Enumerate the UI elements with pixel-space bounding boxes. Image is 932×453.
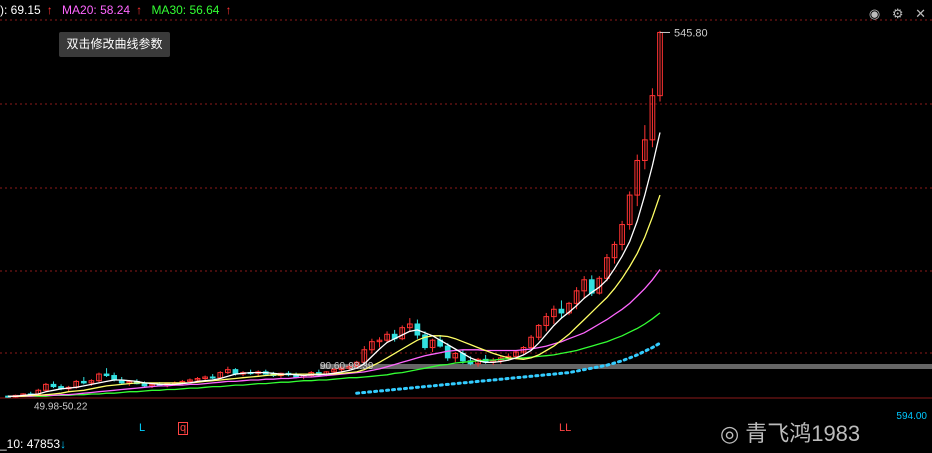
ma20-value: MA20: 58.24 bbox=[62, 3, 131, 17]
ma20-line bbox=[8, 269, 661, 397]
candle-body-13 bbox=[103, 373, 110, 377]
ma30-value: MA30: 56.64 bbox=[151, 3, 220, 17]
watermark-text: 青飞鸿1983 bbox=[745, 421, 861, 446]
candlestick-chart: 545.80 90.60-98.39 49.98-50.22 bbox=[0, 19, 932, 413]
ma30-up-arrow: ↑ bbox=[225, 3, 232, 17]
horizontal-band bbox=[320, 364, 932, 369]
range-label-low: 49.98-50.22 bbox=[34, 402, 88, 413]
ma-legend: ): 69.15 ↑ MA20: 58.24 ↑ MA30: 56.64 ↑ bbox=[0, 3, 237, 21]
gear-icon[interactable]: ⚙ bbox=[892, 6, 904, 21]
candle-body-18 bbox=[141, 383, 148, 387]
watermark: ◎ 青飞鸿1983 bbox=[720, 416, 860, 448]
volume-down-arrow: ↓ bbox=[60, 437, 67, 451]
close-icon[interactable]: ✕ bbox=[915, 6, 926, 21]
volume-readout: _10: 47853↓ bbox=[0, 437, 66, 451]
range-label-mid: 90.60-98.39 bbox=[320, 361, 374, 372]
ma10-up-arrow: ↑ bbox=[46, 3, 53, 17]
signal-marker-l: L bbox=[139, 422, 146, 434]
ma5-line bbox=[8, 132, 661, 397]
right-volume-value: 594.00 bbox=[896, 411, 927, 422]
toolbar-icons: ◉ ⚙ ✕ bbox=[861, 6, 926, 22]
signal-marker-q: q bbox=[178, 422, 189, 435]
edit-params-tooltip: 双击修改曲线参数 bbox=[59, 32, 170, 57]
eye-icon[interactable]: ◉ bbox=[869, 6, 880, 21]
peak-price-label: 545.80 bbox=[674, 27, 708, 39]
volume-value: _10: 47853 bbox=[0, 437, 61, 451]
candle-body-27 bbox=[209, 376, 216, 379]
candle-body-6 bbox=[50, 383, 57, 388]
candle-body-14 bbox=[111, 375, 117, 381]
candle-body-10 bbox=[80, 380, 87, 384]
candle-body-73 bbox=[558, 308, 565, 314]
ma10-value: ): 69.15 bbox=[0, 3, 41, 17]
ma20-up-arrow: ↑ bbox=[136, 3, 143, 17]
weibo-logo-icon: ◎ bbox=[720, 421, 740, 446]
signal-marker-ll: LL bbox=[559, 422, 572, 434]
ma30-line bbox=[8, 312, 661, 397]
